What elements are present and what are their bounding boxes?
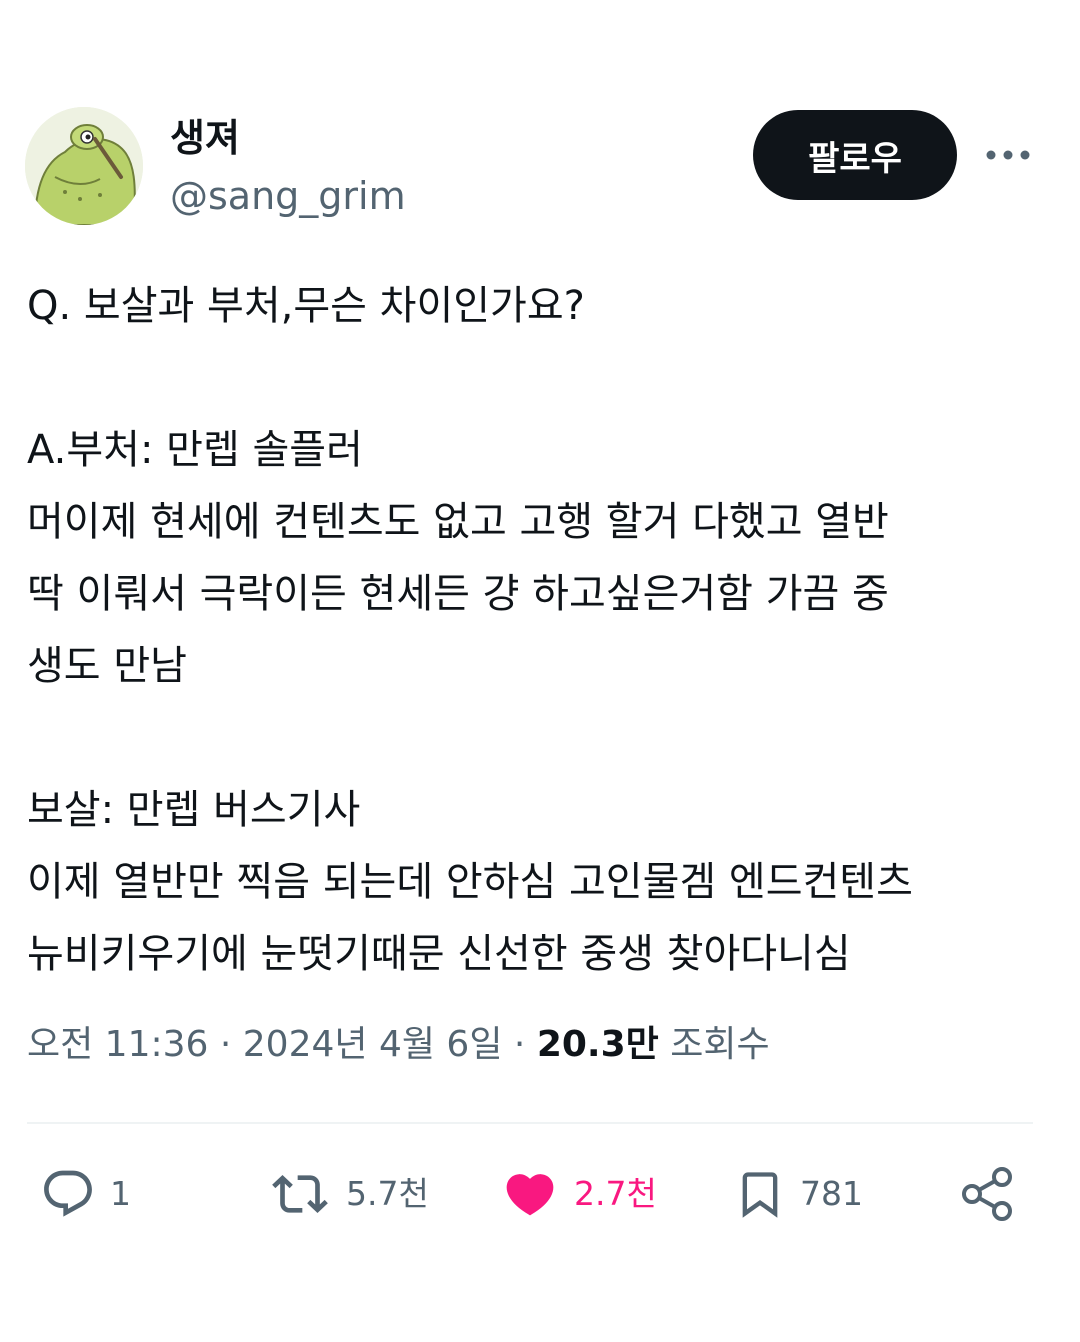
tweet-paragraph-question: Q. 보살과 부처,무슨 차이인가요? <box>27 270 1057 342</box>
retweet-button[interactable]: 5.7천 <box>268 1162 429 1226</box>
like-count: 2.7천 <box>574 1174 657 1213</box>
heart-icon <box>506 1174 554 1216</box>
views-count: 20.3만 <box>536 1024 659 1065</box>
tweet-line: 딱 이뤄서 극락이든 현세든 걍 하고싶은거함 가끔 중 <box>27 571 889 617</box>
retweet-icon <box>272 1175 328 1213</box>
tweet-line: 보살: 만렙 버스기사 <box>27 787 361 833</box>
tweet-text: Q. 보살과 부처,무슨 차이인가요? A.부처: 만렙 솔플러 머이제 현세에… <box>27 270 1057 990</box>
tweet-paragraph-buddha: A.부처: 만렙 솔플러 머이제 현세에 컨텐츠도 없고 고행 할거 다했고 열… <box>27 414 1057 702</box>
meta-separator: · <box>208 1024 243 1065</box>
tweet-date[interactable]: 2024년 4월 6일 <box>243 1024 503 1065</box>
author-display-name[interactable]: 생져 <box>170 114 240 162</box>
divider <box>27 1122 1033 1124</box>
tweet-line: 생도 만남 <box>27 643 187 689</box>
reply-icon <box>44 1170 92 1217</box>
reply-count: 1 <box>110 1174 131 1213</box>
frog-avatar-image <box>25 107 143 225</box>
more-horizontal-icon <box>986 150 1030 160</box>
tweet-line: 머이제 현세에 컨텐츠도 없고 고행 할거 다했고 열반 <box>27 499 889 545</box>
reply-button[interactable]: 1 <box>40 1162 131 1226</box>
meta-separator: · <box>502 1024 537 1065</box>
bookmark-button[interactable]: 781 <box>734 1162 863 1226</box>
tweet-time[interactable]: 오전 11:36 <box>27 1024 208 1065</box>
avatar[interactable] <box>25 107 143 225</box>
share-icon <box>962 1167 1012 1221</box>
bookmark-icon <box>742 1172 778 1218</box>
tweet-line: Q. 보살과 부처,무슨 차이인가요? <box>27 283 585 329</box>
author-handle[interactable]: @sang_grim <box>170 172 406 220</box>
follow-button[interactable]: 팔로우 <box>753 110 957 200</box>
retweet-count: 5.7천 <box>346 1174 429 1213</box>
share-button[interactable] <box>958 1162 1018 1226</box>
tweet-line: 뉴비키우기에 눈떳기때문 신선한 중생 찾아다니심 <box>27 931 851 977</box>
tweet-meta: 오전 11:36 · 2024년 4월 6일 · 20.3만 조회수 <box>27 1021 770 1069</box>
more-options-button[interactable] <box>982 132 1034 178</box>
tweet-line: 이제 열반만 찍음 되는데 안하심 고인물겜 엔드컨텐츠 <box>27 859 913 905</box>
views-label: 조회수 <box>670 1024 770 1065</box>
tweet-line: A.부처: 만렙 솔플러 <box>27 427 363 473</box>
tweet-paragraph-bodhisattva: 보살: 만렙 버스기사 이제 열반만 찍음 되는데 안하심 고인물겜 엔드컨텐츠… <box>27 774 1057 990</box>
bookmark-count: 781 <box>800 1174 863 1213</box>
like-button[interactable]: 2.7천 <box>500 1162 657 1226</box>
